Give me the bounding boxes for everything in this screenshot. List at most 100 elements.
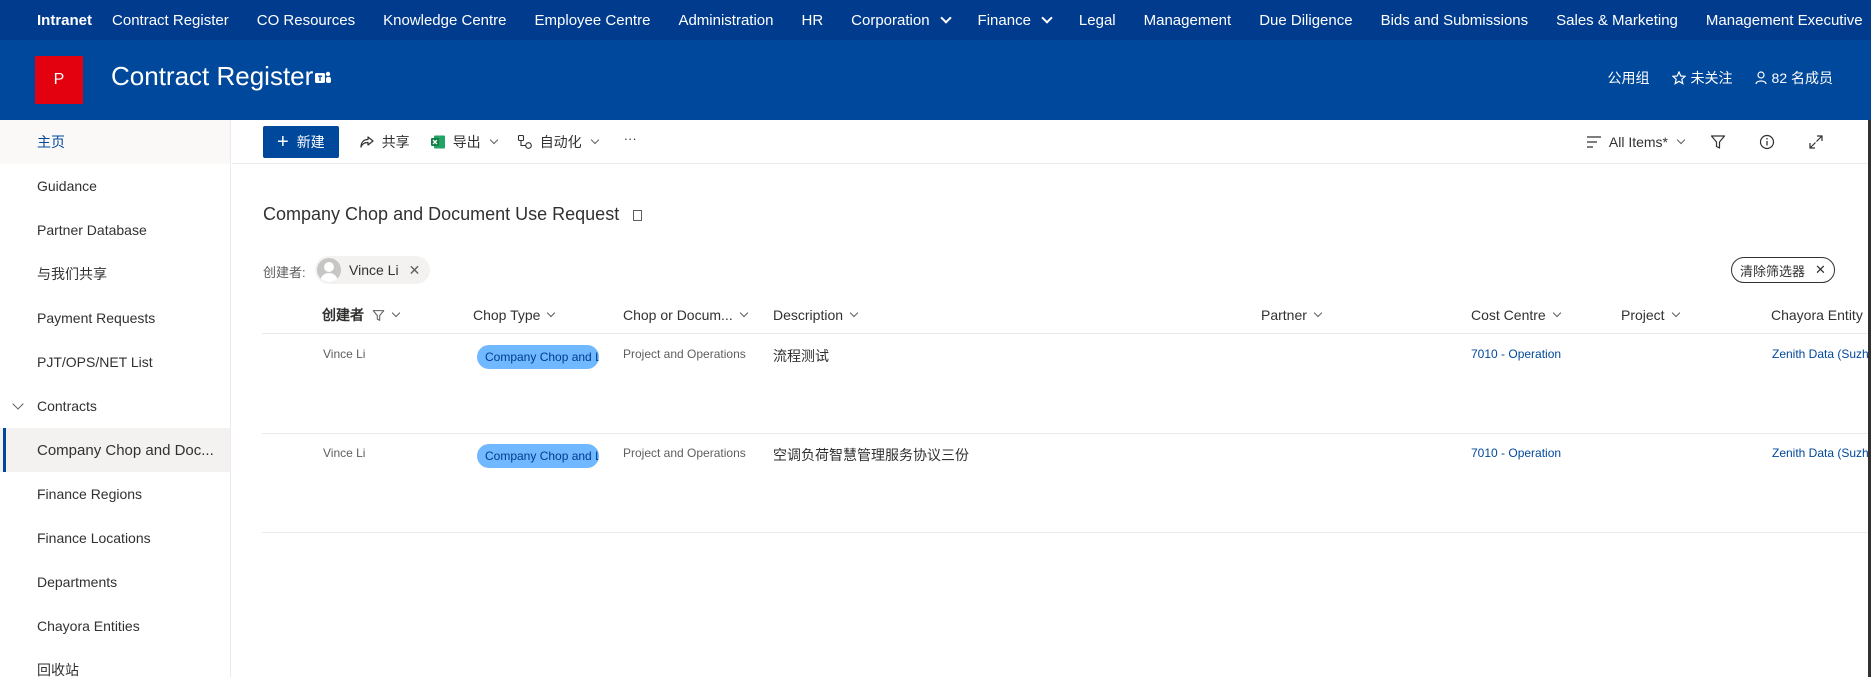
- chevron-down-icon: [489, 135, 498, 144]
- top-navigation-bar: Intranet Contract Register CO Resources …: [0, 0, 1871, 40]
- filter-icon: [372, 309, 385, 321]
- site-header-actions: 公用组 未关注 82 名成员: [1586, 68, 1871, 88]
- share-button[interactable]: 共享: [359, 132, 410, 152]
- column-header-project[interactable]: Project: [1621, 296, 1680, 334]
- sidebar-item-guidance[interactable]: Guidance: [0, 164, 230, 208]
- column-header-label: Description: [773, 307, 844, 323]
- follow-button[interactable]: 未关注: [1671, 68, 1733, 88]
- clear-filters-button[interactable]: 清除筛选器 ✕: [1731, 257, 1835, 283]
- cell-entity-link[interactable]: Zenith Data (Suzho: [1772, 347, 1871, 361]
- site-title[interactable]: Contract Register: [111, 61, 313, 92]
- new-button[interactable]: + 新建: [263, 125, 339, 158]
- sidebar-item-finance-locations[interactable]: Finance Locations: [0, 516, 230, 560]
- list-view-icon: [1586, 136, 1601, 148]
- column-header-created-by[interactable]: 创建者: [322, 296, 401, 334]
- nav-item-corporation[interactable]: Corporation: [851, 11, 952, 29]
- chevron-down-icon[interactable]: [12, 398, 24, 410]
- filter-button[interactable]: [1710, 134, 1733, 150]
- more-commands-button[interactable]: ···: [624, 131, 637, 146]
- view-selector[interactable]: All Items*: [1586, 134, 1686, 150]
- cell-entity-link[interactable]: Zenith Data (Suzho: [1772, 446, 1871, 460]
- chevron-down-icon: [1041, 11, 1053, 24]
- view-label: All Items*: [1608, 134, 1668, 150]
- nav-item-legal[interactable]: Legal: [1079, 12, 1116, 29]
- info-icon: [1759, 134, 1775, 150]
- sidebar-item-shared-with-us[interactable]: 与我们共享: [0, 252, 230, 296]
- nav-item-due-diligence[interactable]: Due Diligence: [1259, 12, 1352, 29]
- column-header-cost-centre[interactable]: Cost Centre: [1471, 296, 1561, 334]
- nav-item-knowledge-centre[interactable]: Knowledge Centre: [383, 12, 506, 29]
- expand-icon: [1809, 135, 1823, 149]
- column-header-description[interactable]: Description: [773, 296, 859, 334]
- chevron-down-icon: [1671, 308, 1680, 318]
- plus-icon: +: [277, 130, 289, 153]
- cell-created-by[interactable]: Vince Li: [323, 347, 365, 361]
- cell-created-by[interactable]: Vince Li: [323, 446, 365, 460]
- column-header-chop-type[interactable]: Chop Type: [473, 296, 556, 334]
- column-header-partner[interactable]: Partner: [1261, 296, 1323, 334]
- excel-icon: [430, 135, 445, 148]
- automate-button[interactable]: 自动化: [517, 132, 599, 152]
- chevron-down-icon: [1552, 308, 1561, 318]
- document-icon[interactable]: [633, 210, 642, 221]
- column-header-label: 创建者: [322, 307, 364, 323]
- info-button[interactable]: [1759, 134, 1782, 150]
- members-label: 82 名成员: [1771, 70, 1833, 86]
- column-header-chayora-entity[interactable]: Chayora Entity: [1771, 296, 1863, 334]
- nav-item-management-executive[interactable]: Management Executive: [1706, 12, 1863, 29]
- left-navigation: 主页 Guidance Partner Database 与我们共享 Payme…: [0, 120, 231, 677]
- chevron-down-icon: [391, 308, 401, 318]
- nav-item-administration[interactable]: Administration: [678, 12, 773, 29]
- new-button-label: 新建: [296, 133, 325, 150]
- nav-item-hr[interactable]: HR: [801, 12, 823, 29]
- column-header-label: Project: [1621, 307, 1665, 323]
- table-row[interactable]: Vince Li Company Chop and L Project and …: [262, 434, 1871, 533]
- expand-button[interactable]: [1808, 134, 1831, 150]
- nav-item-finance[interactable]: Finance: [978, 11, 1053, 29]
- filter-pill-created-by[interactable]: Vince Li ✕: [315, 256, 431, 284]
- filter-icon: [1710, 135, 1726, 149]
- export-button[interactable]: 导出: [430, 132, 498, 152]
- command-bar: + 新建 共享 导出 自动化 ··· All Items*: [232, 120, 1871, 164]
- nav-item-employee-centre[interactable]: Employee Centre: [535, 12, 651, 29]
- nav-item-sales-marketing[interactable]: Sales & Marketing: [1556, 12, 1678, 29]
- sidebar-item-company-chop[interactable]: Company Chop and Doc...: [0, 428, 230, 472]
- chevron-down-icon: [939, 11, 952, 24]
- nav-item-management[interactable]: Management: [1144, 12, 1232, 29]
- sidebar-item-recycle-bin[interactable]: 回收站: [0, 648, 230, 677]
- nav-item-contract-register[interactable]: Contract Register: [112, 12, 229, 29]
- sidebar-item-home[interactable]: 主页: [0, 120, 230, 164]
- share-label: 共享: [381, 133, 410, 150]
- chevron-down-icon: [1676, 135, 1686, 145]
- cell-chop-or-doc: Project and Operations: [623, 446, 746, 460]
- sidebar-item-contracts[interactable]: Contracts: [0, 384, 230, 428]
- sidebar-item-chayora-entities[interactable]: Chayora Entities: [0, 604, 230, 648]
- cell-chop-type-chip: Company Chop and L: [477, 345, 599, 369]
- close-icon: ✕: [1815, 262, 1826, 277]
- sidebar-item-pjt-ops-net-list[interactable]: PJT/OPS/NET List: [0, 340, 230, 384]
- sidebar-item-partner-database[interactable]: Partner Database: [0, 208, 230, 252]
- nav-item-co-resources[interactable]: CO Resources: [257, 12, 355, 29]
- command-bar-right: All Items*: [1560, 120, 1831, 164]
- close-icon[interactable]: ✕: [409, 262, 421, 279]
- site-logo[interactable]: P: [35, 56, 83, 104]
- cell-cost-centre-link[interactable]: 7010 - Operation: [1471, 347, 1561, 361]
- cell-description: 流程测试: [773, 348, 829, 364]
- members-button[interactable]: 82 名成员: [1754, 68, 1833, 88]
- nav-brand-intranet[interactable]: Intranet: [37, 12, 92, 29]
- column-header-chop-or-document[interactable]: Chop or Docum...: [623, 296, 748, 334]
- nav-item-bids-and-submissions[interactable]: Bids and Submissions: [1381, 12, 1529, 29]
- sidebar-item-finance-regions[interactable]: Finance Regions: [0, 472, 230, 516]
- teams-icon[interactable]: [314, 69, 332, 87]
- sidebar-item-payment-requests[interactable]: Payment Requests: [0, 296, 230, 340]
- sidebar-item-departments[interactable]: Departments: [0, 560, 230, 604]
- chevron-down-icon: [547, 308, 556, 318]
- cell-cost-centre-link[interactable]: 7010 - Operation: [1471, 446, 1561, 460]
- nav-item-corporation-label: Corporation: [851, 11, 930, 29]
- filter-pill-value: Vince Li: [349, 262, 399, 278]
- cell-chop-or-doc: Project and Operations: [623, 347, 746, 361]
- sidebar-item-contracts-label: Contracts: [37, 398, 97, 414]
- table-row[interactable]: Vince Li Company Chop and L Project and …: [262, 335, 1871, 434]
- automate-label: 自动化: [539, 133, 582, 150]
- person-icon: [1754, 71, 1767, 85]
